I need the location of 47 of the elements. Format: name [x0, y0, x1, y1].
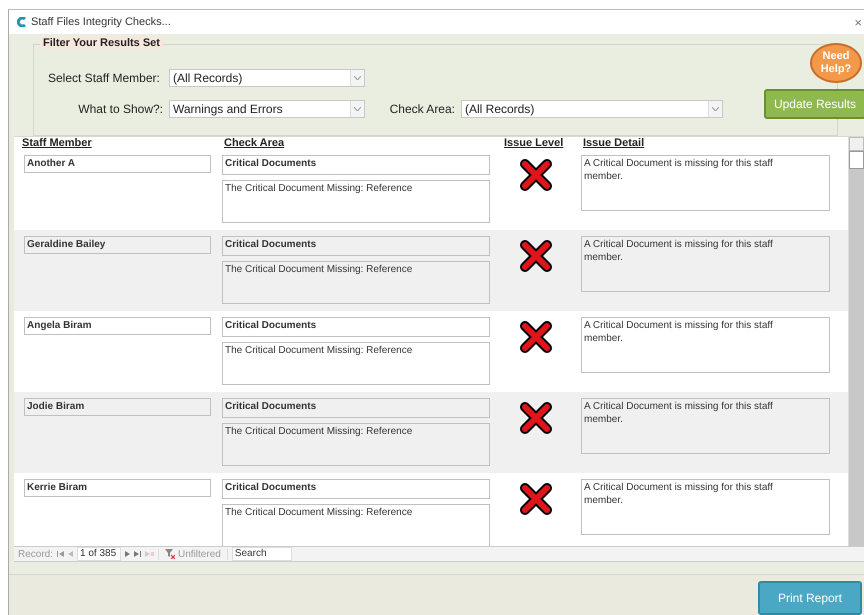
search-field[interactable]: Search — [232, 547, 292, 561]
record-label: Record: — [18, 548, 54, 560]
detail-field: A Critical Document is missing for this staff member. — [581, 155, 830, 211]
record-position-field[interactable]: 1 of 385 — [77, 547, 122, 561]
close-button[interactable]: × — [854, 14, 862, 30]
staff-dropdown[interactable]: (All Records) — [169, 69, 365, 87]
check-area-field: Critical Documents — [222, 155, 490, 175]
area-label: Check Area: — [388, 102, 456, 116]
caret-icon — [354, 107, 361, 111]
caret-icon — [712, 107, 719, 111]
app-logo-icon — [17, 17, 26, 27]
show-label: What to Show?: — [77, 102, 164, 116]
new-record-icon[interactable] — [145, 551, 154, 557]
scrollbar[interactable] — [848, 137, 864, 546]
check-field: The Critical Document Missing: Reference — [222, 423, 490, 466]
check-area-field: Critical Documents — [222, 398, 490, 418]
detail-field: A Critical Document is missing for this staff member. — [581, 317, 830, 373]
caret-icon — [354, 76, 361, 80]
area-dropdown[interactable]: (All Records) — [461, 100, 723, 118]
staff-name-field: Another A — [24, 155, 211, 173]
check-field: The Critical Document Missing: Reference — [222, 504, 490, 546]
check-field: The Critical Document Missing: Reference — [222, 342, 490, 385]
show-dropdown[interactable]: Warnings and Errors — [169, 100, 365, 118]
window-title: Staff Files Integrity Checks... — [31, 16, 172, 28]
staff-label: Select Staff Member: — [48, 71, 161, 85]
column-header: Staff Member — [22, 137, 92, 149]
check-area-field: Critical Documents — [222, 317, 490, 337]
check-field: The Critical Document Missing: Reference — [222, 180, 490, 223]
next-record-icon[interactable] — [125, 551, 130, 557]
funnel-icon — [165, 549, 176, 559]
check-area-field: Critical Documents — [222, 236, 490, 256]
staff-name-field: Kerrie Biram — [24, 479, 211, 497]
detail-field: A Critical Document is missing for this staff member. — [581, 236, 830, 292]
detail-field: A Critical Document is missing for this staff member. — [581, 479, 830, 535]
staff-name-field: Angela Biram — [24, 317, 211, 335]
filter-legend: Filter Your Results Set — [40, 37, 163, 49]
detail-field: A Critical Document is missing for this staff member. — [581, 398, 830, 454]
last-record-icon[interactable] — [134, 551, 142, 557]
check-area-field: Critical Documents — [222, 479, 490, 499]
first-record-icon[interactable] — [57, 551, 64, 557]
check-field: The Critical Document Missing: Reference — [222, 261, 490, 304]
column-header: Issue Detail — [583, 137, 644, 149]
staff-name-field: Geraldine Bailey — [24, 236, 211, 254]
staff-name-field: Jodie Biram — [24, 398, 211, 416]
column-header: Issue Level — [504, 137, 564, 149]
previous-record-icon[interactable] — [68, 551, 74, 557]
column-header: Check Area — [224, 137, 284, 149]
